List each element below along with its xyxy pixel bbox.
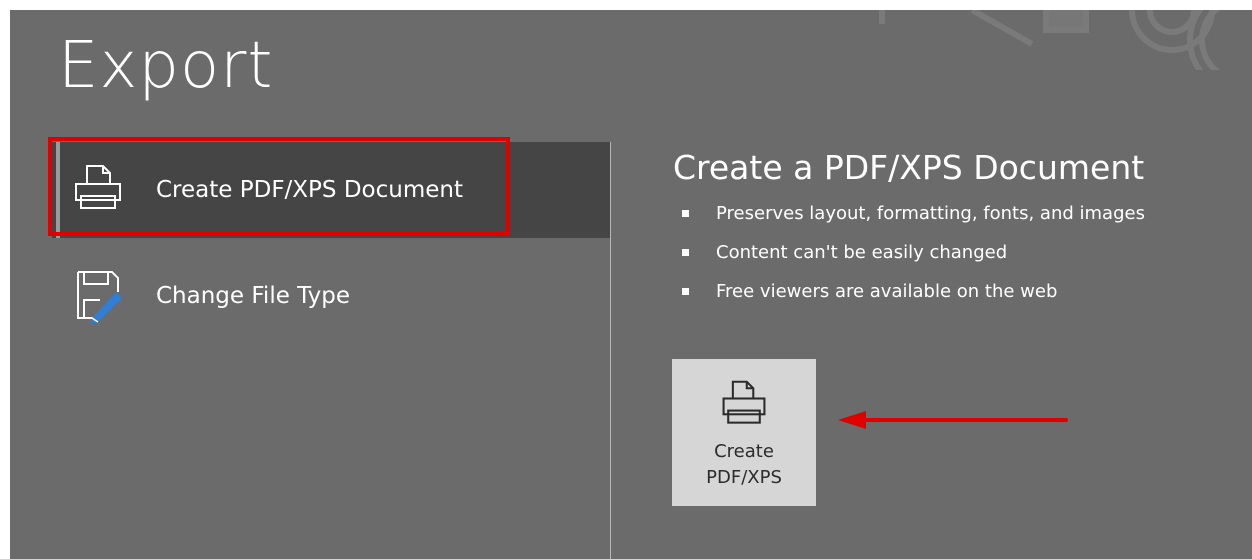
bullet-square-icon bbox=[682, 210, 689, 217]
nav-item-change-file-type[interactable]: Change File Type bbox=[52, 248, 610, 344]
list-item: Preserves layout, formatting, fonts, and… bbox=[678, 198, 1145, 237]
nav-item-label: Change File Type bbox=[156, 283, 350, 309]
nav-item-create-pdf-xps[interactable]: Create PDF/XPS Document bbox=[52, 142, 610, 238]
list-item: Free viewers are available on the web bbox=[678, 276, 1145, 315]
export-options-nav: Create PDF/XPS Document Change File Type bbox=[52, 142, 610, 559]
feature-list: Preserves layout, formatting, fonts, and… bbox=[678, 198, 1145, 315]
create-pdf-xps-label: Create PDF/XPS bbox=[706, 441, 782, 488]
annotation-arrow bbox=[838, 411, 1068, 429]
bullet-square-icon bbox=[682, 249, 689, 256]
detail-heading: Create a PDF/XPS Document bbox=[673, 148, 1145, 187]
nav-item-label: Create PDF/XPS Document bbox=[156, 177, 463, 203]
change-file-type-icon bbox=[77, 271, 122, 324]
background-decoration bbox=[879, 10, 1221, 70]
export-backstage: Export Create PDF/XPS Document Change Fi… bbox=[10, 10, 1252, 559]
bullet-square-icon bbox=[682, 288, 689, 295]
panel-divider bbox=[610, 142, 611, 559]
create-pdf-xps-button[interactable]: Create PDF/XPS bbox=[672, 359, 816, 506]
list-item: Content can't be easily changed bbox=[678, 237, 1145, 276]
pdf-printer-icon bbox=[75, 165, 121, 209]
pdf-printer-icon bbox=[722, 380, 766, 424]
page-title: Export bbox=[58, 29, 274, 103]
